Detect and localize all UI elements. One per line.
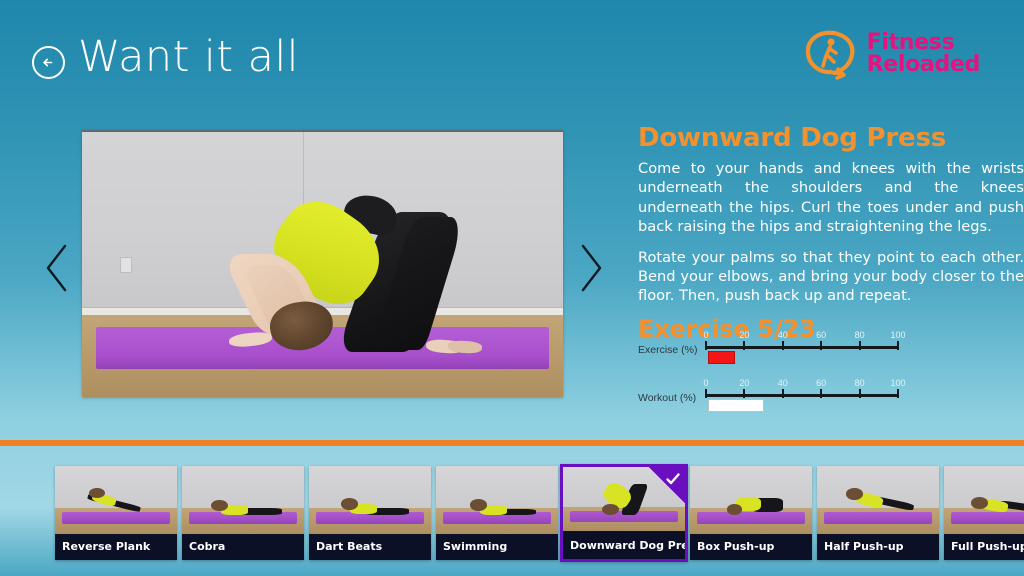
slider-track-area[interactable]: 0 20 40 60 80 100: [703, 330, 906, 378]
brand-line-2: Reloaded: [866, 52, 981, 77]
slider-tick-label: 60: [816, 378, 827, 388]
slider-tick-mark: [897, 341, 899, 350]
thumbnail-label: Full Push-up: [944, 533, 1024, 560]
brand-line-1: Fitness: [866, 29, 955, 55]
slider-tick-label: 60: [816, 330, 827, 340]
slider-tick-label: 0: [703, 330, 709, 340]
thumbnail-label: Swimming: [436, 533, 558, 560]
slider-label: Exercise (%): [638, 344, 698, 356]
slider-track[interactable]: [706, 394, 898, 397]
thumbnail-label: Reverse Plank: [55, 533, 177, 560]
slider-tick-labels: 0 20 40 60 80 100: [703, 330, 905, 343]
section-divider: [0, 440, 1024, 446]
progress-sliders: Exercise (%) 0 20 40 60 80 100 Workout (%) 0 20 40…: [638, 330, 918, 426]
exercise-photo: [82, 130, 563, 397]
slider-tick-mark: [705, 341, 707, 350]
filmstrip-thumbnail[interactable]: Half Push-up: [817, 466, 939, 560]
slider-label: Workout (%): [638, 392, 697, 404]
slider-track-area[interactable]: 0 20 40 60 80 100: [703, 378, 906, 426]
thumbnail-label: Cobra: [182, 533, 304, 560]
selected-corner: [649, 467, 685, 503]
exercise-media[interactable]: [82, 130, 563, 397]
thumbnail-figure-part: [470, 499, 488, 511]
chevron-left-icon: [46, 244, 67, 292]
slider-exercise[interactable]: Exercise (%) 0 20 40 60 80 100: [638, 330, 918, 378]
thumbnail-label: Downward Dog Press: [563, 531, 685, 559]
thumbnail-image: [436, 466, 558, 534]
next-exercise-button[interactable]: [572, 240, 608, 296]
thumbnail-figure-part: [340, 498, 358, 510]
filmstrip-thumbnail[interactable]: Downward Dog Press: [560, 464, 688, 562]
fitness-runner-swoosh-icon: [805, 30, 855, 80]
thumbnail-wall: [182, 466, 304, 508]
brand-logo: Fitness Reloaded: [804, 28, 980, 80]
filmstrip-thumbnail[interactable]: Reverse Plank: [55, 466, 177, 560]
slider-tick-mark: [858, 341, 861, 350]
slider-tick-labels: 0 20 40 60 80 100: [703, 378, 905, 391]
slider-tick-mark: [781, 341, 784, 350]
slider-tick-mark: [781, 389, 784, 398]
filmstrip-thumbnail[interactable]: Cobra: [182, 466, 304, 560]
thumbnail-figure-part: [846, 488, 864, 500]
slider-tick-label: 0: [703, 378, 709, 388]
thumbnail-label: Half Push-up: [817, 533, 939, 560]
exercise-description-paragraph-1: Come to your hands and knees with the wr…: [638, 159, 1024, 236]
thumbnail-mat: [62, 512, 170, 524]
filmstrip-thumbnail[interactable]: Box Push-up: [690, 466, 812, 560]
slider-tick-mark: [858, 389, 861, 398]
back-arrow-icon: [43, 58, 53, 67]
thumbnail-image: [309, 466, 431, 534]
previous-exercise-button[interactable]: [40, 240, 76, 296]
thumbnail-image: [690, 466, 812, 534]
photo-wall-outlet: [120, 256, 133, 273]
thumbnail-label: Dart Beats: [309, 533, 431, 560]
page-title: Want it all: [78, 32, 300, 82]
slider-tick-mark: [705, 389, 707, 398]
slider-tick-label: 100: [890, 330, 906, 340]
thumbnail-wall: [309, 466, 431, 508]
slider-tick-label: 100: [890, 378, 906, 388]
thumbnail-image: [817, 466, 939, 534]
slider-tick-label: 20: [739, 378, 750, 388]
slider-tick-mark: [897, 389, 899, 398]
chevron-right-icon: [581, 244, 602, 292]
thumbnail-wall: [436, 466, 558, 508]
slider-tick-label: 40: [777, 378, 788, 388]
thumbnail-mat: [697, 512, 805, 524]
thumbnail-mat: [824, 512, 932, 524]
slider-tick-mark: [820, 341, 823, 350]
thumbnail-figure-part: [726, 503, 743, 515]
slider-tick-mark: [743, 341, 746, 350]
thumbnail-figure-part: [970, 497, 988, 509]
back-button[interactable]: [32, 46, 65, 79]
thumbnail-label: Box Push-up: [690, 533, 812, 560]
filmstrip-thumbnail[interactable]: Full Push-up: [944, 466, 1024, 560]
slider-tick-label: 80: [854, 330, 865, 340]
slider-tick-label: 20: [739, 330, 750, 340]
slider-tick-label: 40: [777, 330, 788, 340]
exercise-title: Downward Dog Press: [638, 123, 946, 153]
app-header: Want it all Fitness Reloaded: [0, 0, 1024, 118]
exercise-description-paragraph-2: Rotate your palms so that they point to …: [638, 248, 1024, 305]
slider-thumb[interactable]: [707, 351, 735, 364]
thumbnail-image: [944, 466, 1024, 534]
check-icon: [666, 473, 680, 485]
exercise-filmstrip[interactable]: Reverse Plank Cobra Dart Beats Swimming Down…: [0, 464, 1024, 564]
exercise-info-panel: Downward Dog Press Come to your hands an…: [638, 123, 1024, 343]
slider-tick-mark: [820, 389, 823, 398]
thumbnail-mat: [951, 512, 1024, 524]
slider-workout[interactable]: Workout (%) 0 20 40 60 80 100: [638, 378, 918, 426]
slider-thumb[interactable]: [707, 399, 764, 412]
slider-tick-mark: [743, 389, 746, 398]
filmstrip-thumbnail[interactable]: Dart Beats: [309, 466, 431, 560]
slider-tick-label: 80: [854, 378, 865, 388]
thumbnail-image: [55, 466, 177, 534]
slider-track[interactable]: [706, 346, 898, 349]
thumbnail-image: [182, 466, 304, 534]
filmstrip-thumbnail[interactable]: Swimming: [436, 466, 558, 560]
